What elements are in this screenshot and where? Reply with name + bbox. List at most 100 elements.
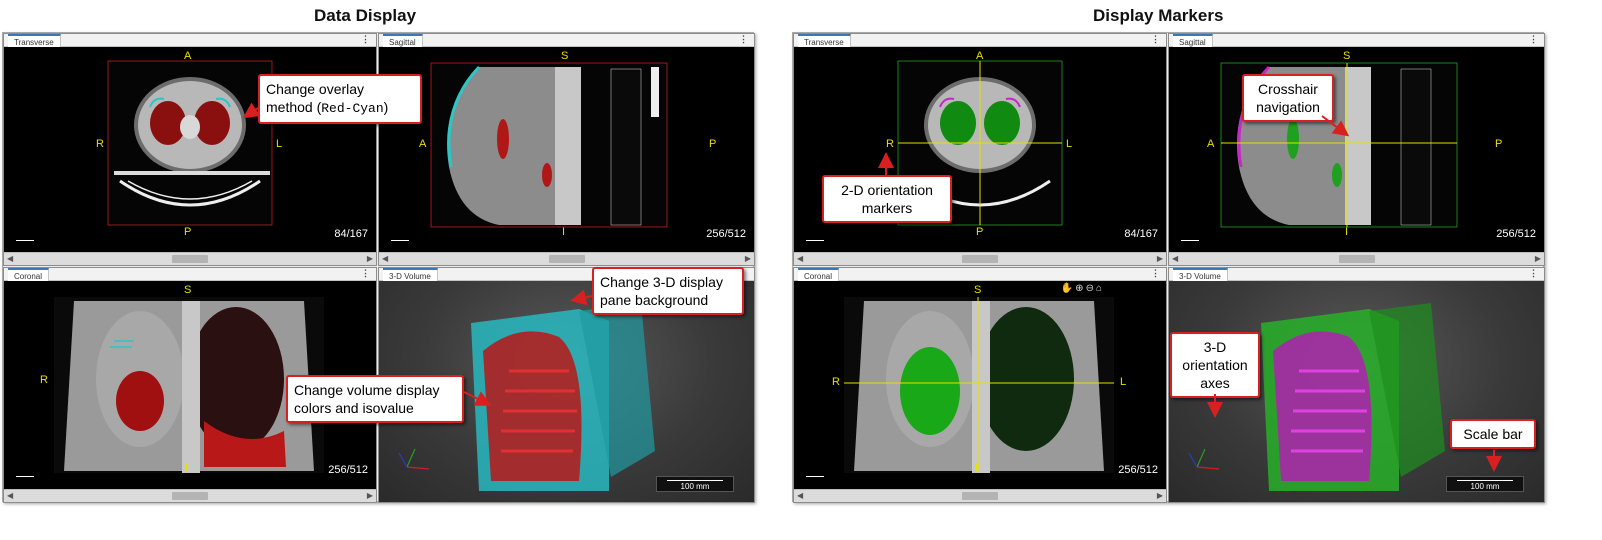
orient-posterior: P	[709, 138, 717, 150]
tab-coronal[interactable]: Coronal	[8, 268, 50, 281]
slice-scrollbar[interactable]: ◀ ▶	[1169, 252, 1544, 265]
orient-superior: S	[1343, 50, 1351, 62]
orient-inferior: I	[1345, 226, 1349, 238]
coronal-tab-bar: Coronal ⋮	[4, 268, 376, 281]
scale-mark	[1181, 240, 1199, 241]
callout-line: 2-D orientation	[841, 182, 933, 198]
transverse-pane[interactable]: Transverse ⋮ A P R L 84/167 ◀ ▶	[793, 33, 1167, 266]
scale-bar: 100 mm	[1446, 476, 1524, 492]
coronal-tab-bar: Coronal ⋮	[794, 268, 1166, 281]
transverse-pane[interactable]: Transverse ⋮ A P R L 84/167 ◀ ▶	[3, 33, 377, 266]
scroll-left-icon[interactable]: ◀	[7, 254, 13, 263]
pane-menu-icon[interactable]: ⋮	[1529, 268, 1538, 279]
volume-colors-callout: Change volume display colors and isovalu…	[286, 375, 464, 423]
tab-sagittal[interactable]: Sagittal	[1173, 34, 1213, 47]
scroll-right-icon[interactable]: ▶	[367, 254, 373, 263]
scroll-thumb[interactable]	[172, 492, 208, 500]
scroll-thumb[interactable]	[962, 255, 998, 263]
scroll-left-icon[interactable]: ◀	[7, 491, 13, 500]
tab-3d-volume[interactable]: 3-D Volume	[1173, 268, 1228, 281]
scroll-left-icon[interactable]: ◀	[1172, 254, 1178, 263]
slice-number: 84/167	[334, 228, 368, 240]
pane-menu-icon[interactable]: ⋮	[739, 34, 748, 45]
scale-mark	[806, 476, 824, 477]
coronal-pane[interactable]: Coronal ⋮ ✋ ⊕ ⊖ ⌂ S I R L 256/512 ◀ ▶	[793, 267, 1167, 503]
scroll-right-icon[interactable]: ▶	[367, 491, 373, 500]
orient-right: R	[96, 138, 104, 150]
scroll-left-icon[interactable]: ◀	[797, 254, 803, 263]
scroll-right-icon[interactable]: ▶	[1157, 254, 1163, 263]
orient-posterior: P	[184, 226, 192, 238]
callout-line: orientation	[1182, 357, 1248, 373]
callout-line: markers	[861, 200, 913, 216]
slice-number: 84/167	[1124, 228, 1158, 240]
tab-coronal[interactable]: Coronal	[798, 268, 840, 281]
transverse-tab-bar: Transverse ⋮	[794, 34, 1166, 47]
tab-transverse[interactable]: Transverse	[8, 34, 61, 47]
scale-mark	[16, 240, 34, 241]
transverse-tab-bar: Transverse ⋮	[4, 34, 376, 47]
callout-line: navigation	[1256, 99, 1320, 115]
scroll-thumb[interactable]	[962, 492, 998, 500]
crosshair-callout: Crosshair navigation	[1242, 74, 1334, 122]
volume-tab-bar: 3-D Volume ⋮	[1169, 268, 1544, 281]
pane-menu-icon[interactable]: ⋮	[1151, 268, 1160, 279]
sagittal-pane[interactable]: Sagittal ⋮ S I A P 256/512 ◀ ▶	[1168, 33, 1545, 266]
slice-number: 256/512	[328, 464, 368, 476]
orient-anterior: A	[184, 50, 192, 62]
pane-menu-icon[interactable]: ⋮	[361, 268, 370, 279]
orient-right: R	[40, 374, 48, 386]
data-display-title: Data Display	[314, 6, 417, 25]
callout-line: method (Red-Cyan)	[266, 98, 414, 118]
slice-scrollbar[interactable]: ◀ ▶	[794, 489, 1166, 502]
tab-3d-volume[interactable]: 3-D Volume	[383, 268, 438, 281]
display-markers-title: Display Markers	[1093, 6, 1224, 25]
callout-line: Change overlay	[266, 81, 365, 97]
scroll-thumb[interactable]	[549, 255, 585, 263]
scroll-right-icon[interactable]: ▶	[1157, 491, 1163, 500]
pane-menu-icon[interactable]: ⋮	[1151, 34, 1160, 45]
orient-superior: S	[184, 284, 192, 296]
callout-line: pane background	[600, 292, 709, 308]
right-viewer-panel: Transverse ⋮ A P R L 84/167 ◀ ▶ Sagittal…	[792, 32, 1545, 503]
sagittal-image	[1220, 62, 1458, 228]
slice-number: 256/512	[1118, 464, 1158, 476]
slice-scrollbar[interactable]: ◀ ▶	[379, 252, 754, 265]
slice-scrollbar[interactable]: ◀ ▶	[794, 252, 1166, 265]
scale-bar-line	[1457, 480, 1513, 481]
callout-text: method (	[266, 99, 322, 115]
scale-mark	[806, 240, 824, 241]
callout-line: axes	[1200, 375, 1230, 391]
scroll-right-icon[interactable]: ▶	[1535, 254, 1541, 263]
tab-transverse[interactable]: Transverse	[798, 34, 851, 47]
sagittal-pane[interactable]: Sagittal ⋮ S I A P 256/512 ◀ ▶	[378, 33, 755, 266]
orient-inferior: I	[185, 462, 189, 474]
sagittal-tab-bar: Sagittal ⋮	[1169, 34, 1544, 47]
slice-scrollbar[interactable]: ◀ ▶	[4, 489, 376, 502]
slice-scrollbar[interactable]: ◀ ▶	[4, 252, 376, 265]
scroll-left-icon[interactable]: ◀	[382, 254, 388, 263]
orient-right: R	[886, 138, 894, 150]
scale-bar-label: 100 mm	[680, 482, 710, 491]
slice-number: 256/512	[706, 228, 746, 240]
orient-anterior: A	[1207, 138, 1215, 150]
pane-menu-icon[interactable]: ⋮	[361, 34, 370, 45]
scroll-thumb[interactable]	[172, 255, 208, 263]
scroll-right-icon[interactable]: ▶	[745, 254, 751, 263]
orient-anterior: A	[419, 138, 427, 150]
scale-bar-label: 100 mm	[1470, 482, 1500, 491]
tab-sagittal[interactable]: Sagittal	[383, 34, 423, 47]
callout-line: Change volume display	[294, 382, 440, 398]
scroll-thumb[interactable]	[1339, 255, 1375, 263]
orient-inferior: I	[975, 462, 979, 474]
pane-background-callout: Change 3-D display pane background	[592, 267, 744, 315]
callout-line: colors and isovalue	[294, 400, 414, 416]
slice-number: 256/512	[1496, 228, 1536, 240]
pane-menu-icon[interactable]: ⋮	[1529, 34, 1538, 45]
scale-bar-line	[667, 480, 723, 481]
callout-line: Scale bar	[1463, 426, 1523, 442]
orient-left: L	[276, 138, 283, 150]
coronal-image	[844, 297, 1114, 473]
scroll-left-icon[interactable]: ◀	[797, 491, 803, 500]
orientation-axes-callout: 3-D orientation axes	[1170, 332, 1260, 398]
